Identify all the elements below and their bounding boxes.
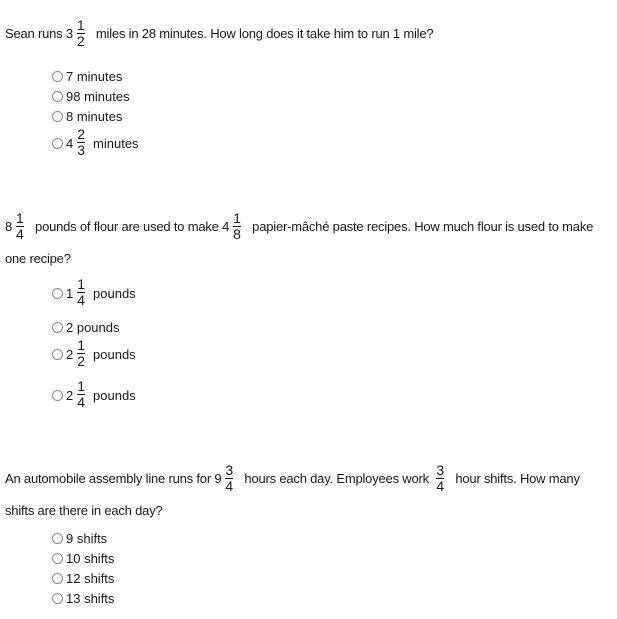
mixed-whole: 8 — [5, 219, 13, 234]
option-label: 9 shifts — [66, 531, 108, 546]
fraction-denominator: 3 — [77, 142, 86, 158]
question-text-segment: An automobile assembly line runs for — [5, 471, 215, 486]
mixed-whole: 3 — [65, 26, 73, 41]
question-text-segment: pounds of flour are used to make — [31, 219, 223, 234]
mixed-whole: 4 — [222, 219, 230, 234]
fraction: 12 — [76, 18, 86, 49]
option-label: 12 shifts — [66, 571, 115, 586]
fraction-numerator: 1 — [77, 276, 86, 292]
answer-option[interactable]: 9 shifts — [52, 531, 107, 546]
radio-button[interactable] — [52, 349, 63, 360]
fraction-denominator: 4 — [225, 478, 233, 495]
fraction-denominator: 4 — [77, 394, 86, 410]
radio-button[interactable] — [52, 322, 63, 333]
fraction-denominator: 4 — [436, 478, 444, 495]
mixed-whole: 2 — [66, 388, 74, 403]
answer-option[interactable]: 8 minutes — [52, 109, 122, 124]
mixed-whole: 2 — [66, 347, 74, 362]
radio-button[interactable] — [52, 390, 63, 401]
option-label: 7 minutes — [66, 69, 123, 84]
radio-button[interactable] — [52, 573, 63, 584]
option-label: 4 2 3 minutes — [66, 127, 139, 159]
fraction: 18 — [232, 211, 242, 242]
answer-option[interactable]: 13 shifts — [52, 591, 114, 606]
question-3-text: An automobile assembly line runs for 934… — [5, 463, 611, 526]
option-label: 98 minutes — [66, 89, 130, 104]
fraction-numerator: 1 — [76, 17, 85, 34]
radio-button[interactable] — [52, 91, 63, 102]
option-label: 2 pounds — [66, 320, 120, 335]
option-unit: pounds — [93, 286, 136, 301]
answer-option[interactable]: 4 2 3 minutes — [52, 127, 139, 159]
fraction-numerator: 2 — [77, 126, 86, 142]
answer-option[interactable]: 2 1 4 pounds — [52, 379, 136, 411]
question-text-line2: one recipe? — [5, 251, 71, 267]
fraction-denominator: 4 — [77, 292, 86, 308]
option-label: 10 shifts — [66, 551, 115, 566]
question-text-segment: Sean runs — [5, 26, 66, 41]
option-unit: pounds — [93, 388, 136, 403]
question-text-segment: miles in 28 minutes. How long does it ta… — [92, 26, 434, 41]
option-unit: pounds — [93, 347, 136, 362]
answer-option[interactable]: 2 pounds — [52, 320, 120, 335]
question-2-text: 814 pounds of flour are used to make 418… — [5, 211, 611, 274]
radio-button[interactable] — [52, 71, 63, 82]
fraction: 23 — [76, 127, 86, 158]
answer-option[interactable]: 7 minutes — [52, 69, 122, 84]
radio-button[interactable] — [52, 288, 63, 299]
fraction-numerator: 3 — [225, 462, 233, 479]
fraction: 34 — [435, 463, 445, 494]
fraction: 14 — [76, 379, 86, 410]
answer-option[interactable]: 98 minutes — [52, 89, 130, 104]
question-1: Sean runs 312 miles in 28 minutes. How l… — [5, 18, 611, 50]
fraction-denominator: 2 — [77, 353, 86, 369]
option-unit: minutes — [93, 136, 139, 151]
question-2: 814 pounds of flour are used to make 418… — [5, 211, 611, 274]
question-text-segment: hour shifts. How many — [451, 471, 580, 486]
question-text-segment: hours each day. Employees work — [241, 471, 433, 486]
option-label: 2 1 2 pounds — [66, 338, 136, 370]
answer-option[interactable]: 10 shifts — [52, 551, 114, 566]
fraction: 14 — [76, 277, 86, 308]
radio-button[interactable] — [52, 533, 63, 544]
fraction-numerator: 1 — [77, 378, 86, 394]
fraction-denominator: 4 — [16, 226, 24, 243]
answer-option[interactable]: 12 shifts — [52, 571, 114, 586]
radio-button[interactable] — [52, 553, 63, 564]
mixed-whole: 1 — [66, 286, 74, 301]
option-label: 8 minutes — [66, 109, 123, 124]
fraction-denominator: 2 — [76, 33, 85, 50]
question-text-segment: papier-mâché paste recipes. How much flo… — [248, 219, 594, 234]
fraction-numerator: 1 — [77, 337, 86, 353]
fraction-numerator: 1 — [233, 210, 241, 227]
option-label: 2 1 4 pounds — [66, 379, 136, 411]
option-label: 13 shifts — [66, 591, 115, 606]
mixed-whole: 9 — [214, 471, 222, 486]
fraction: 12 — [76, 338, 86, 369]
question-3: An automobile assembly line runs for 934… — [5, 463, 611, 526]
fraction: 34 — [224, 463, 234, 494]
fraction-numerator: 3 — [436, 462, 444, 479]
option-label: 1 1 4 pounds — [66, 277, 136, 309]
fraction: 14 — [15, 211, 25, 242]
question-text-line2: shifts are there in each day? — [5, 503, 163, 519]
radio-button[interactable] — [52, 111, 63, 122]
radio-button[interactable] — [52, 593, 63, 604]
mixed-whole: 4 — [66, 136, 74, 151]
answer-option[interactable]: 1 1 4 pounds — [52, 277, 136, 309]
fraction-numerator: 1 — [16, 210, 24, 227]
radio-button[interactable] — [52, 138, 63, 149]
answer-option[interactable]: 2 1 2 pounds — [52, 338, 136, 370]
question-1-text: Sean runs 312 miles in 28 minutes. How l… — [5, 18, 611, 50]
fraction-denominator: 8 — [233, 226, 241, 243]
